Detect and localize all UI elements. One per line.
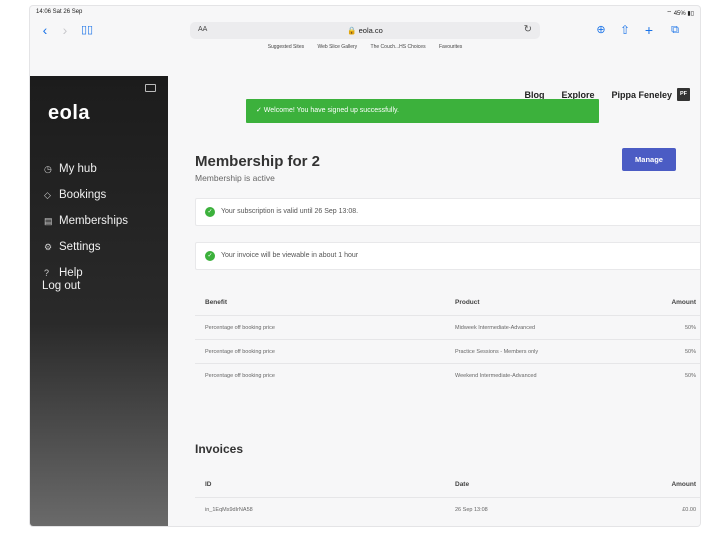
card-icon: ▤ <box>44 215 53 226</box>
bookmarks-icon[interactable]: ▯▯ <box>78 20 96 40</box>
help-icon: ? <box>44 268 50 278</box>
table-header: ID Date Amount <box>195 467 700 497</box>
sidebar-item-settings[interactable]: ⚙ Settings <box>44 234 128 260</box>
share-icon[interactable]: ⇧ <box>616 20 634 40</box>
tag-icon: ◇ <box>44 189 51 200</box>
table-row: Percentage off booking price Practice Se… <box>195 339 700 363</box>
invoices-heading: Invoices <box>195 442 244 456</box>
table-row: Percentage off booking price Midweek Int… <box>195 315 700 339</box>
sidebar-item-bookings[interactable]: ◇ Bookings <box>44 182 128 208</box>
amount-cell: 50% <box>684 325 696 331</box>
battery-indicator: ⌔ 45% ▮▯ <box>666 9 694 17</box>
favourite-link[interactable]: Suggested Sites <box>268 44 304 50</box>
dashboard-icon: ◷ <box>44 163 52 174</box>
favourite-link[interactable]: Favourites <box>439 44 462 50</box>
product-cell: Weekend Intermediate-Advanced <box>455 373 537 379</box>
page-title: Membership for 2 <box>195 153 321 170</box>
product-cell: Midweek Intermediate-Advanced <box>455 325 536 331</box>
notice-text: Your invoice will be viewable in about 1… <box>221 252 359 259</box>
sidebar-item-my-hub[interactable]: ◷ My hub <box>44 156 128 182</box>
column-header: Product <box>455 299 480 306</box>
table-row: Percentage off booking price Weekend Int… <box>195 363 700 387</box>
tabs-icon[interactable]: ⧉ <box>666 20 684 40</box>
benefits-table: Benefit Product Amount Percentage off bo… <box>195 285 700 387</box>
sidebar-item-label: Help <box>59 267 83 279</box>
url-text: eola.co <box>358 26 383 35</box>
back-icon[interactable]: ‹ <box>36 20 54 40</box>
favourite-link[interactable]: Web Slice Gallery <box>318 44 358 50</box>
table-row[interactable]: in_1EqMs9dIrNA58 26 Sep 13:08 £0.00 <box>195 497 700 521</box>
check-circle-icon: ✓ <box>205 207 215 217</box>
sidebar: eola ◷ My hub ◇ Bookings ▤ Memberships ⚙… <box>30 76 168 526</box>
collapse-sidebar-icon[interactable] <box>145 84 156 92</box>
reload-icon[interactable]: ↻ <box>524 24 532 35</box>
date-cell: 26 Sep 13:08 <box>455 507 488 513</box>
lock-icon: 🔒 <box>347 26 357 35</box>
tablet-screen: 14:06 Sat 26 Sep ⌔ 45% ▮▯ ‹ › ▯▯ AA 🔒 eo… <box>30 6 700 526</box>
url-display: 🔒 eola.co <box>190 26 540 35</box>
benefit-cell: Percentage off booking price <box>205 325 275 331</box>
invoices-table: ID Date Amount in_1EqMs9dIrNA58 26 Sep 1… <box>195 467 700 521</box>
check-circle-icon: ✓ <box>205 251 215 261</box>
sidebar-item-memberships[interactable]: ▤ Memberships <box>44 208 128 234</box>
benefit-cell: Percentage off booking price <box>205 373 275 379</box>
logout-link[interactable]: Log out <box>42 280 80 292</box>
notice-text: Your subscription is valid until 26 Sep … <box>221 208 359 215</box>
nav-blog[interactable]: Blog <box>524 90 544 100</box>
user-menu[interactable]: Pippa Feneley <box>611 90 672 100</box>
manage-button[interactable]: Manage <box>622 148 676 171</box>
sidebar-item-label: Bookings <box>59 189 107 201</box>
battery-level: 45% <box>673 11 686 17</box>
invoice-notice: ✓ Your invoice will be viewable in about… <box>195 242 700 270</box>
column-header: Benefit <box>205 299 228 306</box>
nav-explore[interactable]: Explore <box>561 90 594 100</box>
membership-status: Membership is active <box>195 173 275 183</box>
download-icon[interactable]: ⊕ <box>592 20 610 40</box>
benefit-cell: Percentage off booking price <box>205 349 275 355</box>
browser-toolbar: ‹ › ▯▯ AA 🔒 eola.co ↻ ⊕ ⇧ + ⧉ <box>30 20 700 40</box>
gear-icon: ⚙ <box>44 241 53 252</box>
product-cell: Practice Sessions - Members only <box>455 349 539 355</box>
screenshot-frame: 14:06 Sat 26 Sep ⌔ 45% ▮▯ ‹ › ▯▯ AA 🔒 eo… <box>0 0 712 543</box>
subscription-notice: ✓ Your subscription is valid until 26 Se… <box>195 198 700 226</box>
sidebar-nav: ◷ My hub ◇ Bookings ▤ Memberships ⚙ Sett… <box>44 156 128 286</box>
amount-cell: 50% <box>684 349 696 355</box>
column-header: Date <box>455 481 470 488</box>
sidebar-item-label: Settings <box>59 241 101 253</box>
wifi-icon: ⌔ <box>666 11 673 17</box>
new-tab-icon[interactable]: + <box>640 20 658 40</box>
forward-icon[interactable]: › <box>56 20 74 40</box>
amount-cell: 50% <box>684 373 696 379</box>
battery-icon: ▮▯ <box>687 11 694 17</box>
status-time: 14:06 Sat 26 Sep <box>36 9 83 15</box>
favourites-bar: Suggested Sites Web Slice Gallery The Co… <box>30 44 700 56</box>
main-content: Blog Explore Pippa Feneley PF ✓ Welcome!… <box>168 76 700 526</box>
invoice-id-cell[interactable]: in_1EqMs9dIrNA58 <box>205 507 253 513</box>
column-header: Amount <box>671 299 696 306</box>
column-header: ID <box>205 481 212 488</box>
amount-cell: £0.00 <box>682 507 696 513</box>
success-toast: ✓ Welcome! You have signed up successful… <box>246 99 599 123</box>
sidebar-item-label: Memberships <box>59 215 129 227</box>
logo[interactable]: eola <box>48 102 90 125</box>
sidebar-item-label: My hub <box>59 163 97 175</box>
address-bar[interactable]: AA 🔒 eola.co ↻ <box>190 22 540 39</box>
favourite-link[interactable]: The Couch...HS Choices <box>371 44 426 50</box>
column-header: Amount <box>671 481 696 488</box>
avatar[interactable]: PF <box>677 88 690 101</box>
table-header: Benefit Product Amount <box>195 285 700 315</box>
